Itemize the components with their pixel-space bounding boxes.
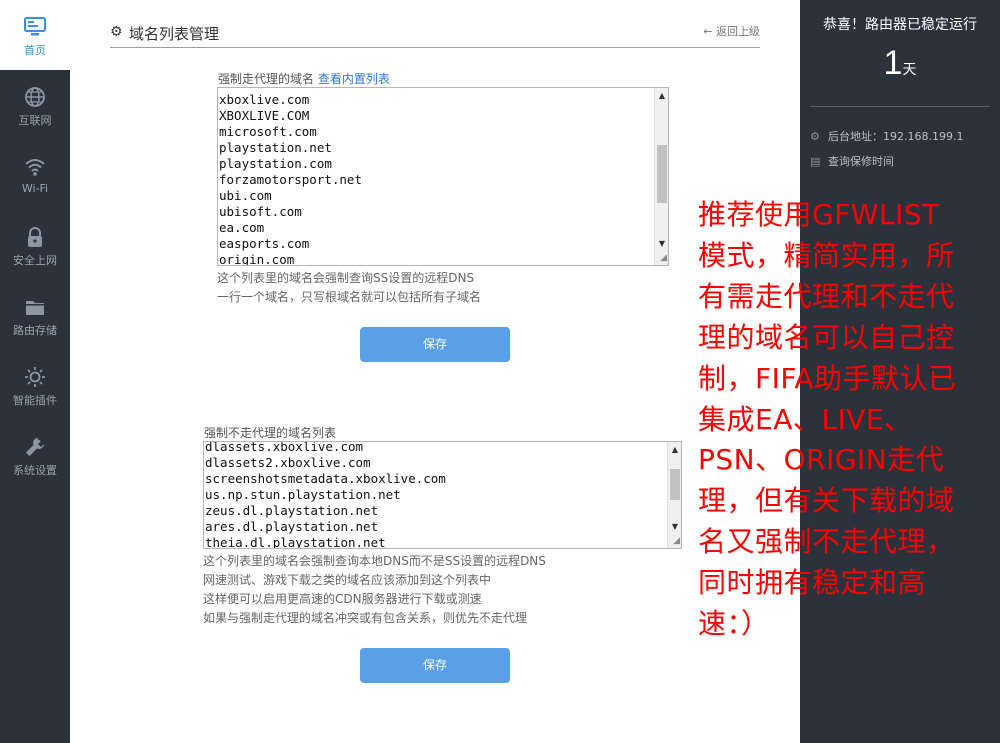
direct-domain-line: zeus.dl.playstation.net xyxy=(205,503,379,518)
annotation-line: 理，但有关下载的域 xyxy=(698,484,955,518)
direct-domain-line: screenshotsmetadata.xboxlive.com xyxy=(205,471,446,486)
resize-grip-icon[interactable]: ◢ xyxy=(656,253,667,264)
gear-icon: ⚙ xyxy=(110,24,123,40)
nav-label: 安全上网 xyxy=(13,254,57,267)
nav-label: 互联网 xyxy=(18,114,52,127)
scroll-thumb[interactable] xyxy=(670,469,680,500)
proxy-domain-lines: xboxlive.com XBOXLIVE.COM microsoft.com pla… xyxy=(219,92,362,266)
direct-domain-line: us.np.stun.playstation.net xyxy=(205,487,401,502)
annotation-line: 集成EA、LIVE、 xyxy=(698,402,913,436)
bulb-icon xyxy=(25,367,45,387)
scrollbar[interactable]: ▲ ▼ xyxy=(654,88,668,265)
page-header: ⚙ 域名列表管理 ← 返回上级 xyxy=(110,22,760,48)
nav-label: 系统设置 xyxy=(13,464,57,477)
nav-item-plugins[interactable]: 智能插件 xyxy=(0,350,70,420)
annotation-line: 名又强制不走代理， xyxy=(698,525,955,559)
wrench-icon xyxy=(26,438,44,456)
proxy-domain-line: ea.com xyxy=(219,220,265,235)
nav-item-storage[interactable]: 路由存储 xyxy=(0,280,70,350)
monitor-icon xyxy=(24,17,46,36)
annotation-line: 制，FIFA助手默认已 xyxy=(698,361,957,395)
arrow-left-icon: ← xyxy=(703,25,713,38)
annotation-line: 模式，精简实用，所 xyxy=(698,238,955,272)
proxy-domain-line: origin.com xyxy=(219,252,295,266)
nav-item-home[interactable]: 首页 xyxy=(0,0,70,70)
proxy-domain-line: playstation.com xyxy=(219,156,332,171)
proxy-domain-line: forzamotorsport.net xyxy=(219,172,362,187)
uptime-days: 1天 xyxy=(883,44,917,82)
annotation-line: PSN、ORIGIN走代 xyxy=(698,443,945,477)
annotation-line: 理的域名可以自己控 xyxy=(698,320,955,354)
direct-domain-line: dlassets2.xboxlive.com xyxy=(205,455,371,470)
view-builtin-list-link[interactable]: 查看内置列表 xyxy=(318,72,390,86)
proxy-domain-line: XBOXLIVE.COM xyxy=(219,108,310,123)
main-content: ⚙ 域名列表管理 ← 返回上级 强制走代理的域名 查看内置列表 xboxlive… xyxy=(70,0,800,743)
lock-icon xyxy=(28,227,42,247)
resize-grip-icon[interactable]: ◢ xyxy=(669,536,680,547)
left-nav: 首页 互联网 Wi-Fi 安全上网 路由存储 智能插件 系统设置 xyxy=(0,0,70,743)
proxy-list-label: 强制走代理的域名 查看内置列表 xyxy=(218,72,390,86)
keyboard-icon: ▤ xyxy=(810,155,821,168)
direct-domain-line: ares.dl.playstation.net xyxy=(205,519,379,534)
save-direct-button[interactable]: 保存 xyxy=(360,648,510,683)
scroll-thumb[interactable] xyxy=(657,145,667,203)
divider xyxy=(810,106,990,107)
nav-item-internet[interactable]: 互联网 xyxy=(0,70,70,140)
direct-domain-lines: dlassets.xboxlive.com dlassets2.xboxlive.… xyxy=(205,441,446,549)
annotation-line: 同时拥有稳定和高 xyxy=(698,566,927,600)
direct-list-label: 强制不走代理的域名列表 xyxy=(204,426,337,440)
globe-icon xyxy=(25,87,45,107)
scroll-up-arrow-icon[interactable]: ▲ xyxy=(655,89,668,103)
back-link[interactable]: ← 返回上级 xyxy=(703,23,760,39)
page-title: 域名列表管理 xyxy=(129,25,220,43)
nav-label: Wi-Fi xyxy=(21,182,49,195)
proxy-domain-line: ubi.com xyxy=(219,188,272,203)
folder-icon xyxy=(26,301,44,315)
scroll-down-arrow-icon[interactable]: ▼ xyxy=(668,520,681,534)
proxy-domain-line: easports.com xyxy=(219,236,310,251)
nav-item-settings[interactable]: 系统设置 xyxy=(0,420,70,490)
proxy-domain-line: ubisoft.com xyxy=(219,204,302,219)
direct-domain-line: theia.dl.playstation.net xyxy=(205,535,386,549)
annotation-line: 有需走代理和不走代 xyxy=(698,279,955,313)
direct-domain-line: dlassets.xboxlive.com xyxy=(205,441,364,454)
annotation-line: 推荐使用GFWLIST xyxy=(698,198,940,231)
scroll-down-arrow-icon[interactable]: ▼ xyxy=(655,237,668,251)
nav-item-security[interactable]: 安全上网 xyxy=(0,210,70,280)
settings-icon: ⚙ xyxy=(810,130,820,143)
admin-address: ⚙ 后台地址：192.168.199.1 xyxy=(810,130,964,143)
scroll-up-arrow-icon[interactable]: ▲ xyxy=(668,443,681,457)
direct-notes: 这个列表里的域名会强制查询本地DNS而不是SS设置的远程DNS 网速测试、游戏下… xyxy=(203,554,546,625)
proxy-domain-line: xboxlive.com xyxy=(219,92,310,107)
nav-label: 路由存储 xyxy=(13,324,57,337)
nav-label: 智能插件 xyxy=(13,394,57,407)
proxy-domains-textarea[interactable]: xboxlive.com XBOXLIVE.COM microsoft.com pla… xyxy=(217,87,669,266)
proxy-domain-line: microsoft.com xyxy=(219,124,317,139)
direct-domains-textarea[interactable]: dlassets.xboxlive.com dlassets2.xboxlive.… xyxy=(203,441,682,549)
proxy-notes: 这个列表里的域名会强制查询SS设置的远程DNS 一行一个域名，只写根域名就可以包… xyxy=(217,271,482,304)
nav-item-wifi[interactable]: Wi-Fi xyxy=(0,140,70,210)
save-proxy-button[interactable]: 保存 xyxy=(360,327,510,362)
warranty-link[interactable]: ▤ 查询保修时间 xyxy=(810,153,894,169)
red-annotation-text: 推荐使用GFWLIST 模式，精简实用，所 有需走代理和不走代 理的域名可以自己控 制，… xyxy=(698,195,993,645)
wifi-icon xyxy=(25,159,45,176)
annotation-line: 速：） xyxy=(698,607,770,641)
scrollbar[interactable]: ▲ ▼ xyxy=(667,442,681,548)
proxy-domain-line: playstation.net xyxy=(219,140,332,155)
nav-label: 首页 xyxy=(24,44,46,57)
status-title: 恭喜！路由器已稳定运行 xyxy=(823,17,977,33)
